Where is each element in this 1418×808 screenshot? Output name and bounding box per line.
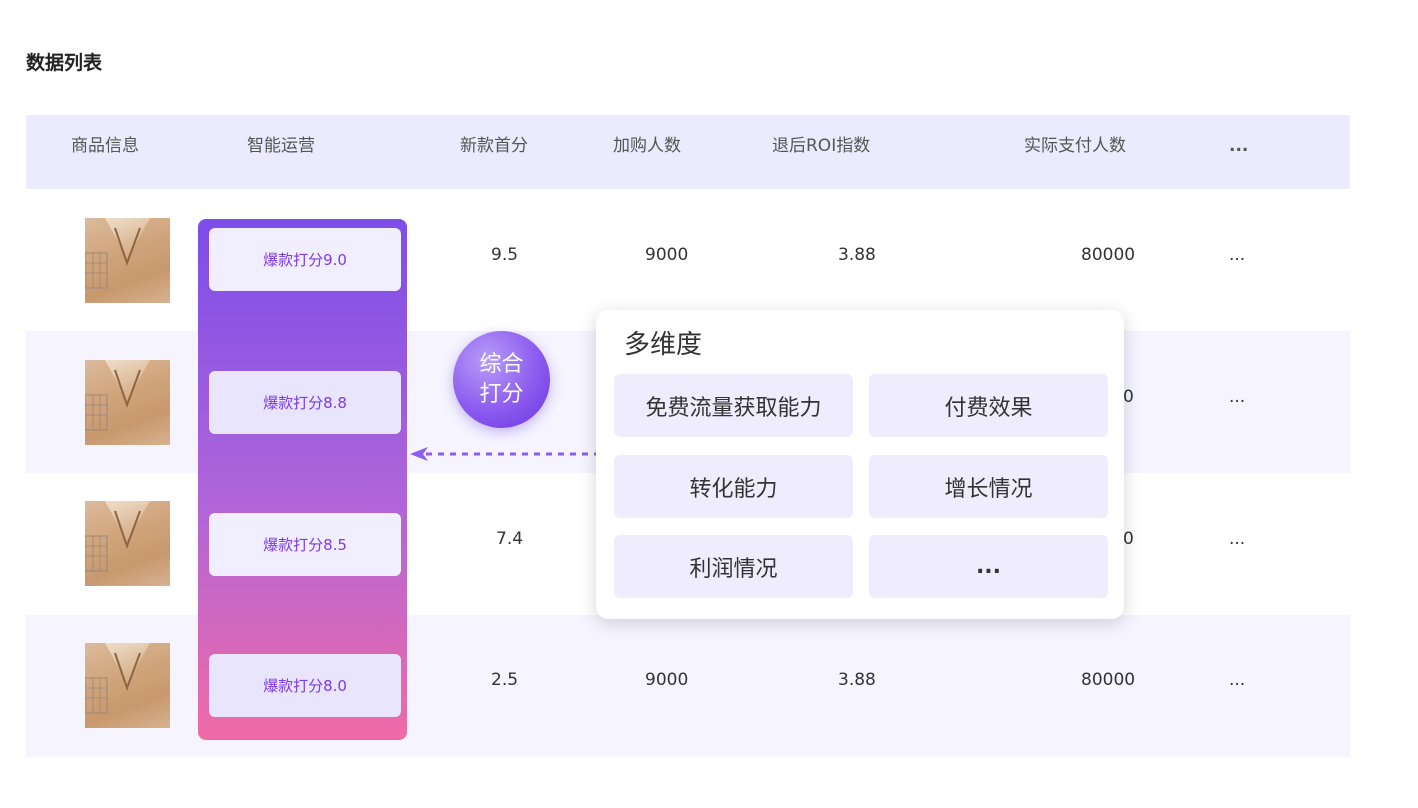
popup-title: 多维度 <box>624 330 703 360</box>
cell-roi: 3.88 <box>838 245 876 265</box>
cell-more: ... <box>1229 245 1246 265</box>
col-header-new-score: 新款首分 <box>460 136 528 156</box>
cell-cart-count: 9000 <box>645 245 689 265</box>
cell-paid-count: 80000 <box>1081 670 1136 690</box>
cell-new-score: 2.5 <box>491 670 519 690</box>
dimension-more[interactable]: ... <box>869 535 1108 598</box>
cell-cart-count: 9000 <box>645 670 689 690</box>
col-header-roi: 退后ROI指数 <box>772 136 871 156</box>
col-header-more: ... <box>1229 136 1249 156</box>
col-header-product: 商品信息 <box>71 136 139 156</box>
table-header <box>26 115 1350 189</box>
col-header-paid-count: 实际支付人数 <box>1024 136 1126 156</box>
hot-score-button[interactable]: 爆款打分8.8 <box>209 371 401 434</box>
cell-more: ... <box>1229 529 1246 549</box>
cell-paid-count: 0 <box>1123 387 1134 407</box>
product-thumbnail[interactable] <box>85 218 170 303</box>
cell-paid-count: 80000 <box>1081 245 1136 265</box>
hot-score-button[interactable]: 爆款打分8.5 <box>209 513 401 576</box>
cell-paid-count: 0 <box>1123 529 1134 549</box>
col-header-cart-count: 加购人数 <box>613 136 681 156</box>
product-thumbnail[interactable] <box>85 643 170 728</box>
product-thumbnail[interactable] <box>85 501 170 586</box>
cell-more: ... <box>1229 670 1246 690</box>
cell-new-score: 9.5 <box>491 245 519 265</box>
dimension-popup: 多维度 免费流量获取能力 付费效果 转化能力 增长情况 利润情况 ... <box>596 310 1124 619</box>
dashed-arrow-left-icon <box>408 444 608 464</box>
dimension-paid-effect[interactable]: 付费效果 <box>869 374 1108 437</box>
hot-score-button[interactable]: 爆款打分8.0 <box>209 654 401 717</box>
dimension-growth[interactable]: 增长情况 <box>869 455 1108 518</box>
dimension-profit[interactable]: 利润情况 <box>614 535 853 598</box>
dimension-free-traffic[interactable]: 免费流量获取能力 <box>614 374 853 437</box>
page-title: 数据列表 <box>26 52 103 74</box>
badge-line-1: 综合 <box>479 351 524 377</box>
col-header-smart-ops: 智能运营 <box>247 136 315 156</box>
dimension-conversion[interactable]: 转化能力 <box>614 455 853 518</box>
cell-new-score: 7.4 <box>496 529 524 549</box>
composite-score-badge: 综合 打分 <box>453 331 550 428</box>
product-thumbnail[interactable] <box>85 360 170 445</box>
cell-roi: 3.88 <box>838 670 876 690</box>
cell-more: ... <box>1229 387 1246 407</box>
hot-score-button[interactable]: 爆款打分9.0 <box>209 228 401 291</box>
badge-line-2: 打分 <box>479 381 524 407</box>
